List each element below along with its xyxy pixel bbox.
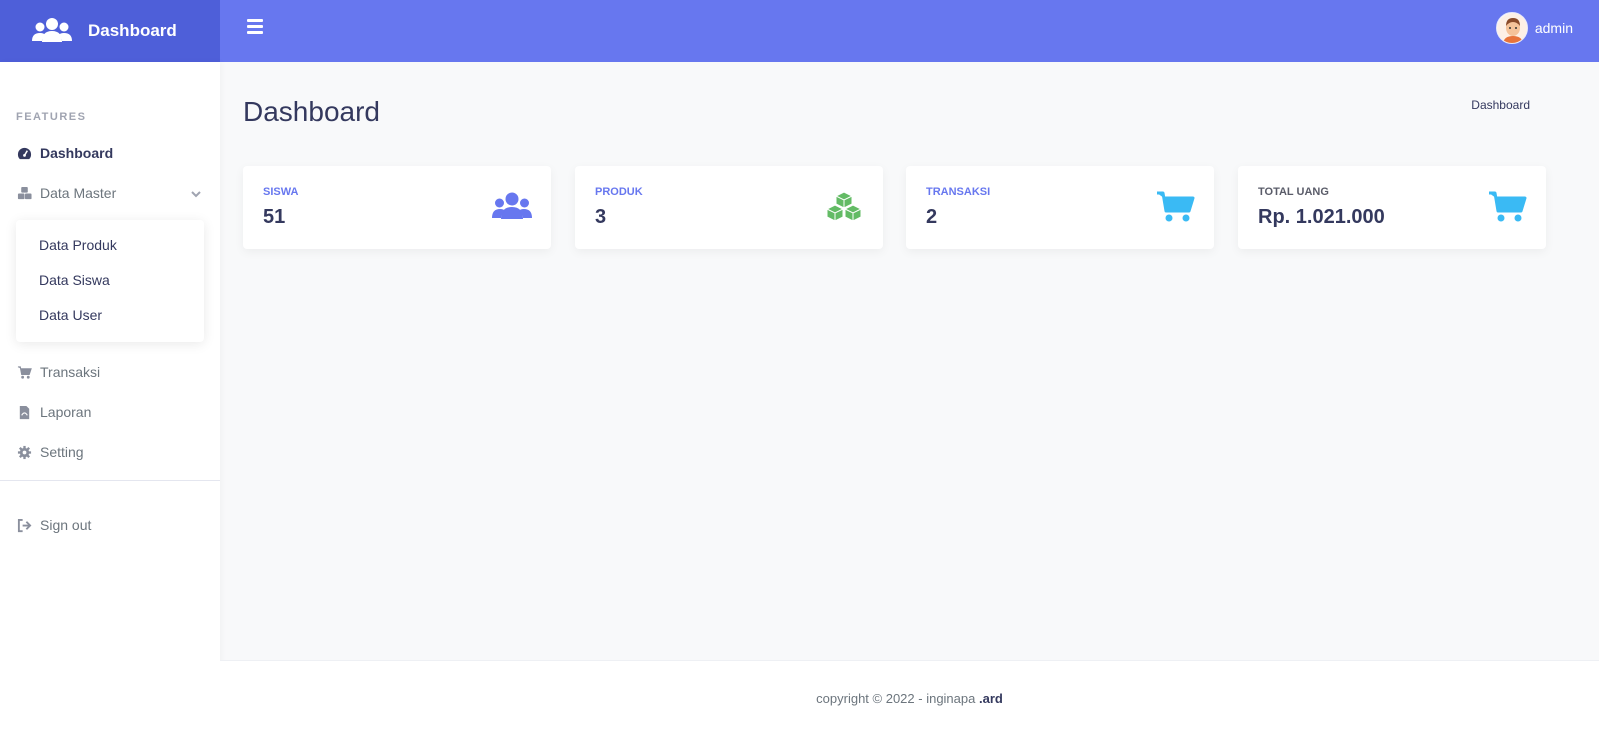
sidebar-item-setting[interactable]: Setting: [16, 444, 206, 460]
stat-card-produk: PRODUK 3: [575, 166, 883, 249]
card-label: TOTAL UANG: [1258, 186, 1329, 198]
card-value: 2: [926, 206, 938, 228]
breadcrumb[interactable]: Dashboard: [1471, 98, 1530, 112]
submenu-item-data-user[interactable]: Data User: [39, 307, 102, 323]
sidebar-item-label: Data Master: [40, 185, 117, 201]
user-name: admin: [1534, 20, 1573, 36]
user-menu[interactable]: admin: [1495, 12, 1573, 44]
card-label: TRANSAKSI: [926, 186, 991, 198]
sidebar-item-sign-out[interactable]: Sign out: [16, 517, 206, 533]
sidebar-item-label: Sign out: [40, 517, 92, 533]
pdf-file-icon: [16, 404, 32, 420]
footer-brand-link[interactable]: .ard: [979, 691, 1003, 706]
dashboard-gauge-icon: [16, 145, 32, 161]
avatar: [1495, 12, 1528, 44]
card-label: PRODUK: [595, 186, 643, 198]
sidebar-divider: [0, 480, 220, 481]
stat-card-total-uang: TOTAL UANG Rp. 1.021.000: [1238, 166, 1546, 249]
submenu-item-data-produk[interactable]: Data Produk: [39, 237, 117, 253]
cart-icon: [1155, 191, 1195, 223]
card-label: SISWA: [263, 186, 299, 198]
brand-title: Dashboard: [88, 21, 177, 40]
footer-text: copyright © 2022 - inginapa .ard: [220, 691, 1599, 706]
submenu-item-data-siswa[interactable]: Data Siswa: [39, 272, 110, 288]
copyright-text: copyright © 2022 - inginapa: [816, 691, 976, 706]
sign-out-icon: [16, 517, 32, 533]
sidebar: FEATURES Dashboard Data Master Data Prod…: [0, 62, 220, 747]
data-master-submenu: Data Produk Data Siswa Data User: [16, 220, 204, 342]
sidebar-item-label: Dashboard: [40, 145, 114, 161]
card-value: 3: [595, 206, 607, 228]
menu-header: FEATURES: [16, 111, 87, 123]
topbar: Dashboard admin: [0, 0, 1599, 62]
cart-icon: [1487, 191, 1527, 223]
gear-icon: [16, 444, 32, 460]
cart-icon: [16, 364, 32, 380]
brand[interactable]: Dashboard: [0, 0, 220, 62]
cubes-icon: [16, 185, 32, 201]
card-value: Rp. 1.021.000: [1258, 206, 1385, 228]
users-icon: [32, 16, 72, 46]
stat-card-siswa: SISWA 51: [243, 166, 551, 249]
page-title: Dashboard: [243, 96, 380, 127]
sidebar-item-data-master[interactable]: Data Master: [16, 185, 206, 201]
footer: copyright © 2022 - inginapa .ard: [220, 660, 1599, 747]
chevron-down-icon: [190, 187, 202, 203]
sidebar-item-transaksi[interactable]: Transaksi: [16, 364, 206, 380]
sidebar-item-dashboard[interactable]: Dashboard: [16, 145, 206, 161]
users-icon: [492, 191, 532, 223]
sidebar-item-label: Setting: [40, 444, 84, 460]
sidebar-item-label: Transaksi: [40, 364, 101, 380]
sidebar-toggle-icon[interactable]: [247, 19, 263, 35]
sidebar-item-laporan[interactable]: Laporan: [16, 404, 206, 420]
cubes-icon: [824, 191, 864, 223]
stat-card-transaksi: TRANSAKSI 2: [906, 166, 1214, 249]
card-value: 51: [263, 206, 286, 228]
sidebar-item-label: Laporan: [40, 404, 92, 420]
